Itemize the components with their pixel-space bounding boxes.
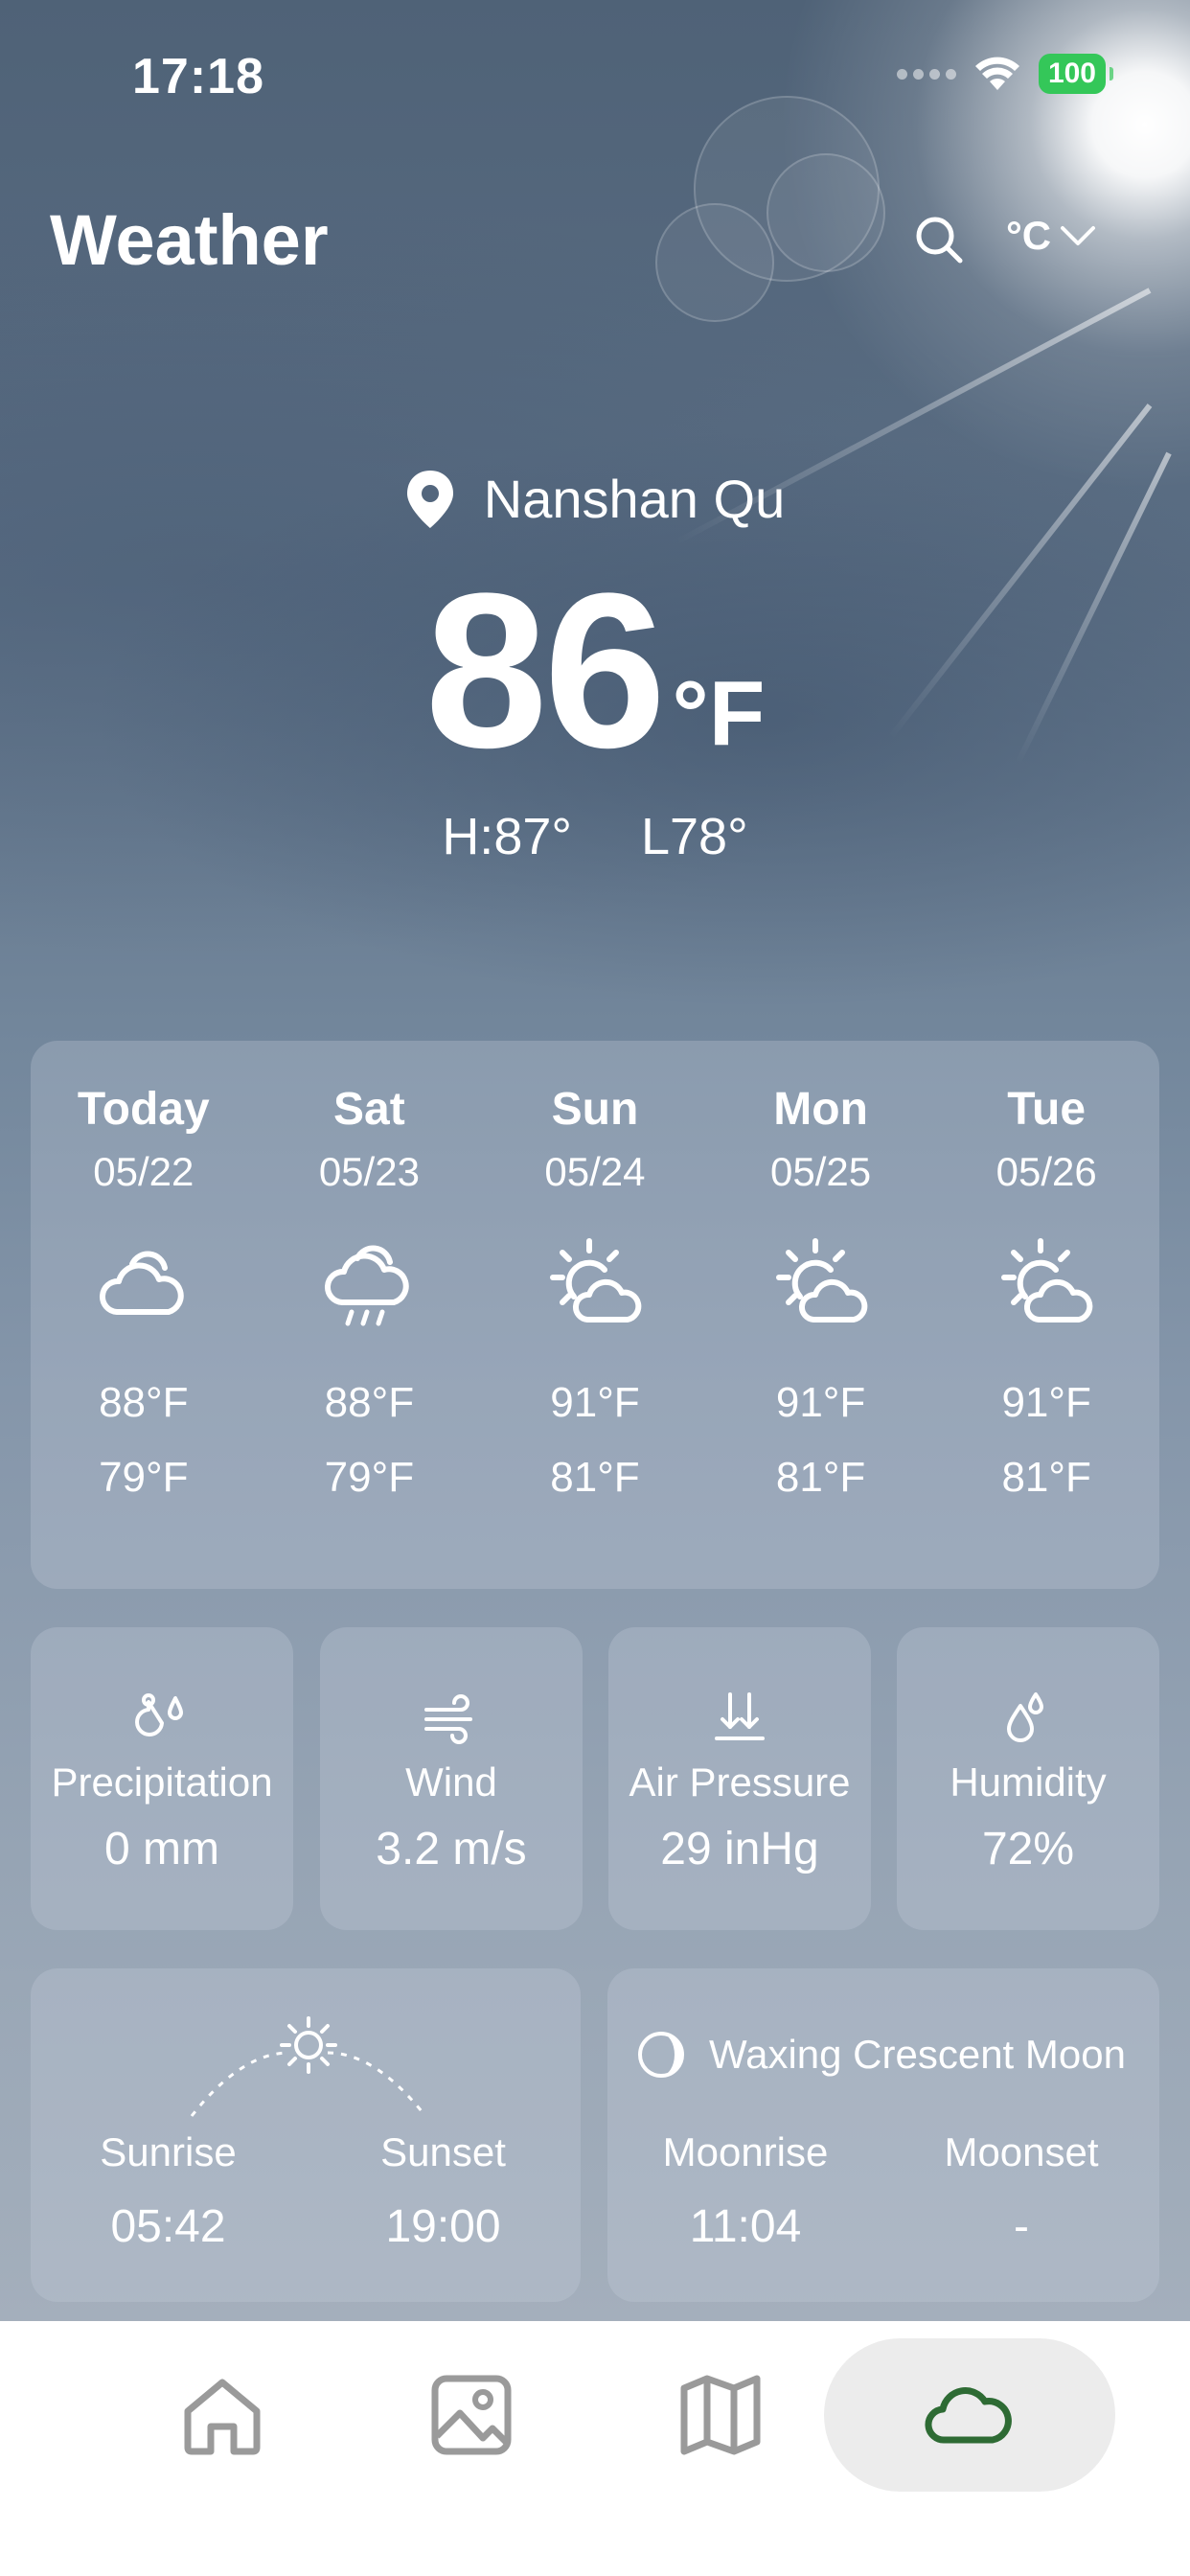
sunset-label: Sunset [380, 2129, 506, 2174]
low-temperature: L78° [640, 808, 748, 865]
moon-card[interactable]: Waxing Crescent Moon Moonrise 11:04 Moon… [607, 1968, 1159, 2302]
day-low: 81°F [550, 1454, 640, 1501]
unit-dropdown[interactable]: °C [1006, 213, 1097, 259]
metric-value: 0 mm [104, 1824, 219, 1874]
forecast-card: Today 05/22 88°F 79°F Sat 05/23 88°F 79°… [31, 1041, 1159, 1589]
sunset: Sunset 19:00 [306, 2129, 581, 2253]
moonset-label: Moonset [944, 2129, 1099, 2174]
air-pressure-card[interactable]: Air Pressure 29 inHg [608, 1627, 871, 1930]
moonrise-label: Moonrise [662, 2129, 829, 2174]
home-icon [184, 2379, 261, 2455]
tab-map[interactable] [625, 2338, 816, 2492]
tab-home[interactable] [126, 2338, 318, 2492]
metric-label: Air Pressure [629, 1760, 851, 1805]
metric-value: 3.2 m/s [376, 1824, 527, 1874]
day-name: Sat [333, 1084, 405, 1135]
air-pressure-icon [715, 1692, 765, 1740]
partly-sunny-icon [775, 1238, 867, 1322]
humidity-icon [1007, 1692, 1043, 1742]
day-name: Tue [1007, 1084, 1087, 1135]
chevron-down-icon [1061, 226, 1096, 245]
day-date: 05/25 [770, 1149, 872, 1194]
partly-sunny-icon [1001, 1238, 1093, 1322]
cloud-rain-icon [325, 1245, 410, 1326]
day-low: 81°F [775, 1454, 866, 1501]
signal-icon [896, 68, 956, 80]
moon-phase: Waxing Crescent Moon [636, 2030, 1126, 2080]
location[interactable]: Nanshan Qu [0, 468, 1190, 530]
precipitation-card[interactable]: Precipitation 0 mm [31, 1627, 293, 1930]
moonrise: Moonrise 11:04 [607, 2129, 883, 2253]
status-icons: 100 [896, 54, 1114, 94]
day-high: 88°F [324, 1379, 415, 1426]
sunrise-time: 05:42 [110, 2201, 226, 2252]
day-date: 05/22 [93, 1149, 195, 1194]
day-high: 88°F [99, 1379, 189, 1426]
cloud-icon [925, 2387, 1012, 2444]
metric-value: 72% [981, 1824, 1075, 1874]
day-name: Today [77, 1084, 210, 1135]
day-high: 91°F [1001, 1379, 1091, 1426]
forecast-day[interactable]: Sat 05/23 88°F 79°F [257, 1041, 483, 1589]
day-low: 79°F [99, 1454, 189, 1501]
partly-sunny-icon [549, 1238, 642, 1322]
crescent-moon-icon [638, 2032, 684, 2078]
moonset-time: - [1014, 2201, 1029, 2252]
metric-label: Precipitation [51, 1760, 273, 1805]
wifi-icon [974, 57, 1019, 90]
day-high: 91°F [775, 1379, 866, 1426]
map-icon [680, 2375, 761, 2455]
sunrise-sunset-card[interactable]: Sunrise 05:42 Sunset 19:00 [31, 1968, 581, 2302]
day-high: 91°F [550, 1379, 640, 1426]
high-low: H:87° L78° [0, 807, 1190, 866]
sunset-time: 19:00 [385, 2201, 501, 2252]
temperature-value: 86 [424, 547, 667, 794]
day-date: 05/26 [995, 1149, 1097, 1194]
sunrise: Sunrise 05:42 [31, 2129, 306, 2253]
current-temperature: 86 °F [0, 547, 1190, 794]
sun-times: Sunrise 05:42 Sunset 19:00 [31, 2129, 581, 2253]
humidity-card[interactable]: Humidity 72% [897, 1627, 1159, 1930]
sun-arc-icon [190, 2016, 427, 2117]
location-name: Nanshan Qu [483, 469, 786, 529]
search-icon[interactable] [912, 213, 966, 266]
forecast-day[interactable]: Today 05/22 88°F 79°F [31, 1041, 257, 1589]
temperature-unit: °F [672, 662, 766, 765]
moonset: Moonset - [883, 2129, 1159, 2253]
unit-label: °C [1006, 213, 1052, 258]
image-icon [431, 2375, 512, 2455]
sunrise-label: Sunrise [100, 2129, 237, 2174]
cloudy-icon [99, 1251, 184, 1315]
metric-label: Wind [405, 1760, 497, 1805]
precipitation-icon [135, 1693, 183, 1736]
moon-phase-label: Waxing Crescent Moon [709, 2032, 1126, 2077]
day-date: 05/24 [544, 1149, 646, 1194]
forecast-day[interactable]: Tue 05/26 91°F 81°F [933, 1041, 1159, 1589]
day-name: Mon [773, 1084, 868, 1135]
metric-value: 29 inHg [660, 1824, 819, 1874]
metric-label: Humidity [950, 1760, 1107, 1805]
lens-flare [655, 203, 774, 322]
wind-icon [424, 1694, 472, 1744]
lens-flare [767, 153, 885, 272]
day-low: 79°F [324, 1454, 415, 1501]
location-pin-icon [406, 470, 453, 528]
tab-gallery[interactable] [376, 2338, 567, 2492]
day-name: Sun [551, 1084, 639, 1135]
status-time: 17:18 [132, 49, 264, 104]
tab-weather[interactable] [824, 2338, 1115, 2492]
day-low: 81°F [1001, 1454, 1091, 1501]
page-title: Weather [50, 200, 329, 280]
forecast-day[interactable]: Sun 05/24 91°F 81°F [482, 1041, 708, 1589]
moonrise-time: 11:04 [689, 2201, 802, 2252]
forecast-day[interactable]: Mon 05/25 91°F 81°F [708, 1041, 934, 1589]
high-temperature: H:87° [442, 808, 572, 865]
battery-indicator: 100 [1038, 54, 1114, 94]
moon-times: Moonrise 11:04 Moonset - [607, 2129, 1159, 2253]
day-date: 05/23 [318, 1149, 420, 1194]
wind-card[interactable]: Wind 3.2 m/s [320, 1627, 583, 1930]
